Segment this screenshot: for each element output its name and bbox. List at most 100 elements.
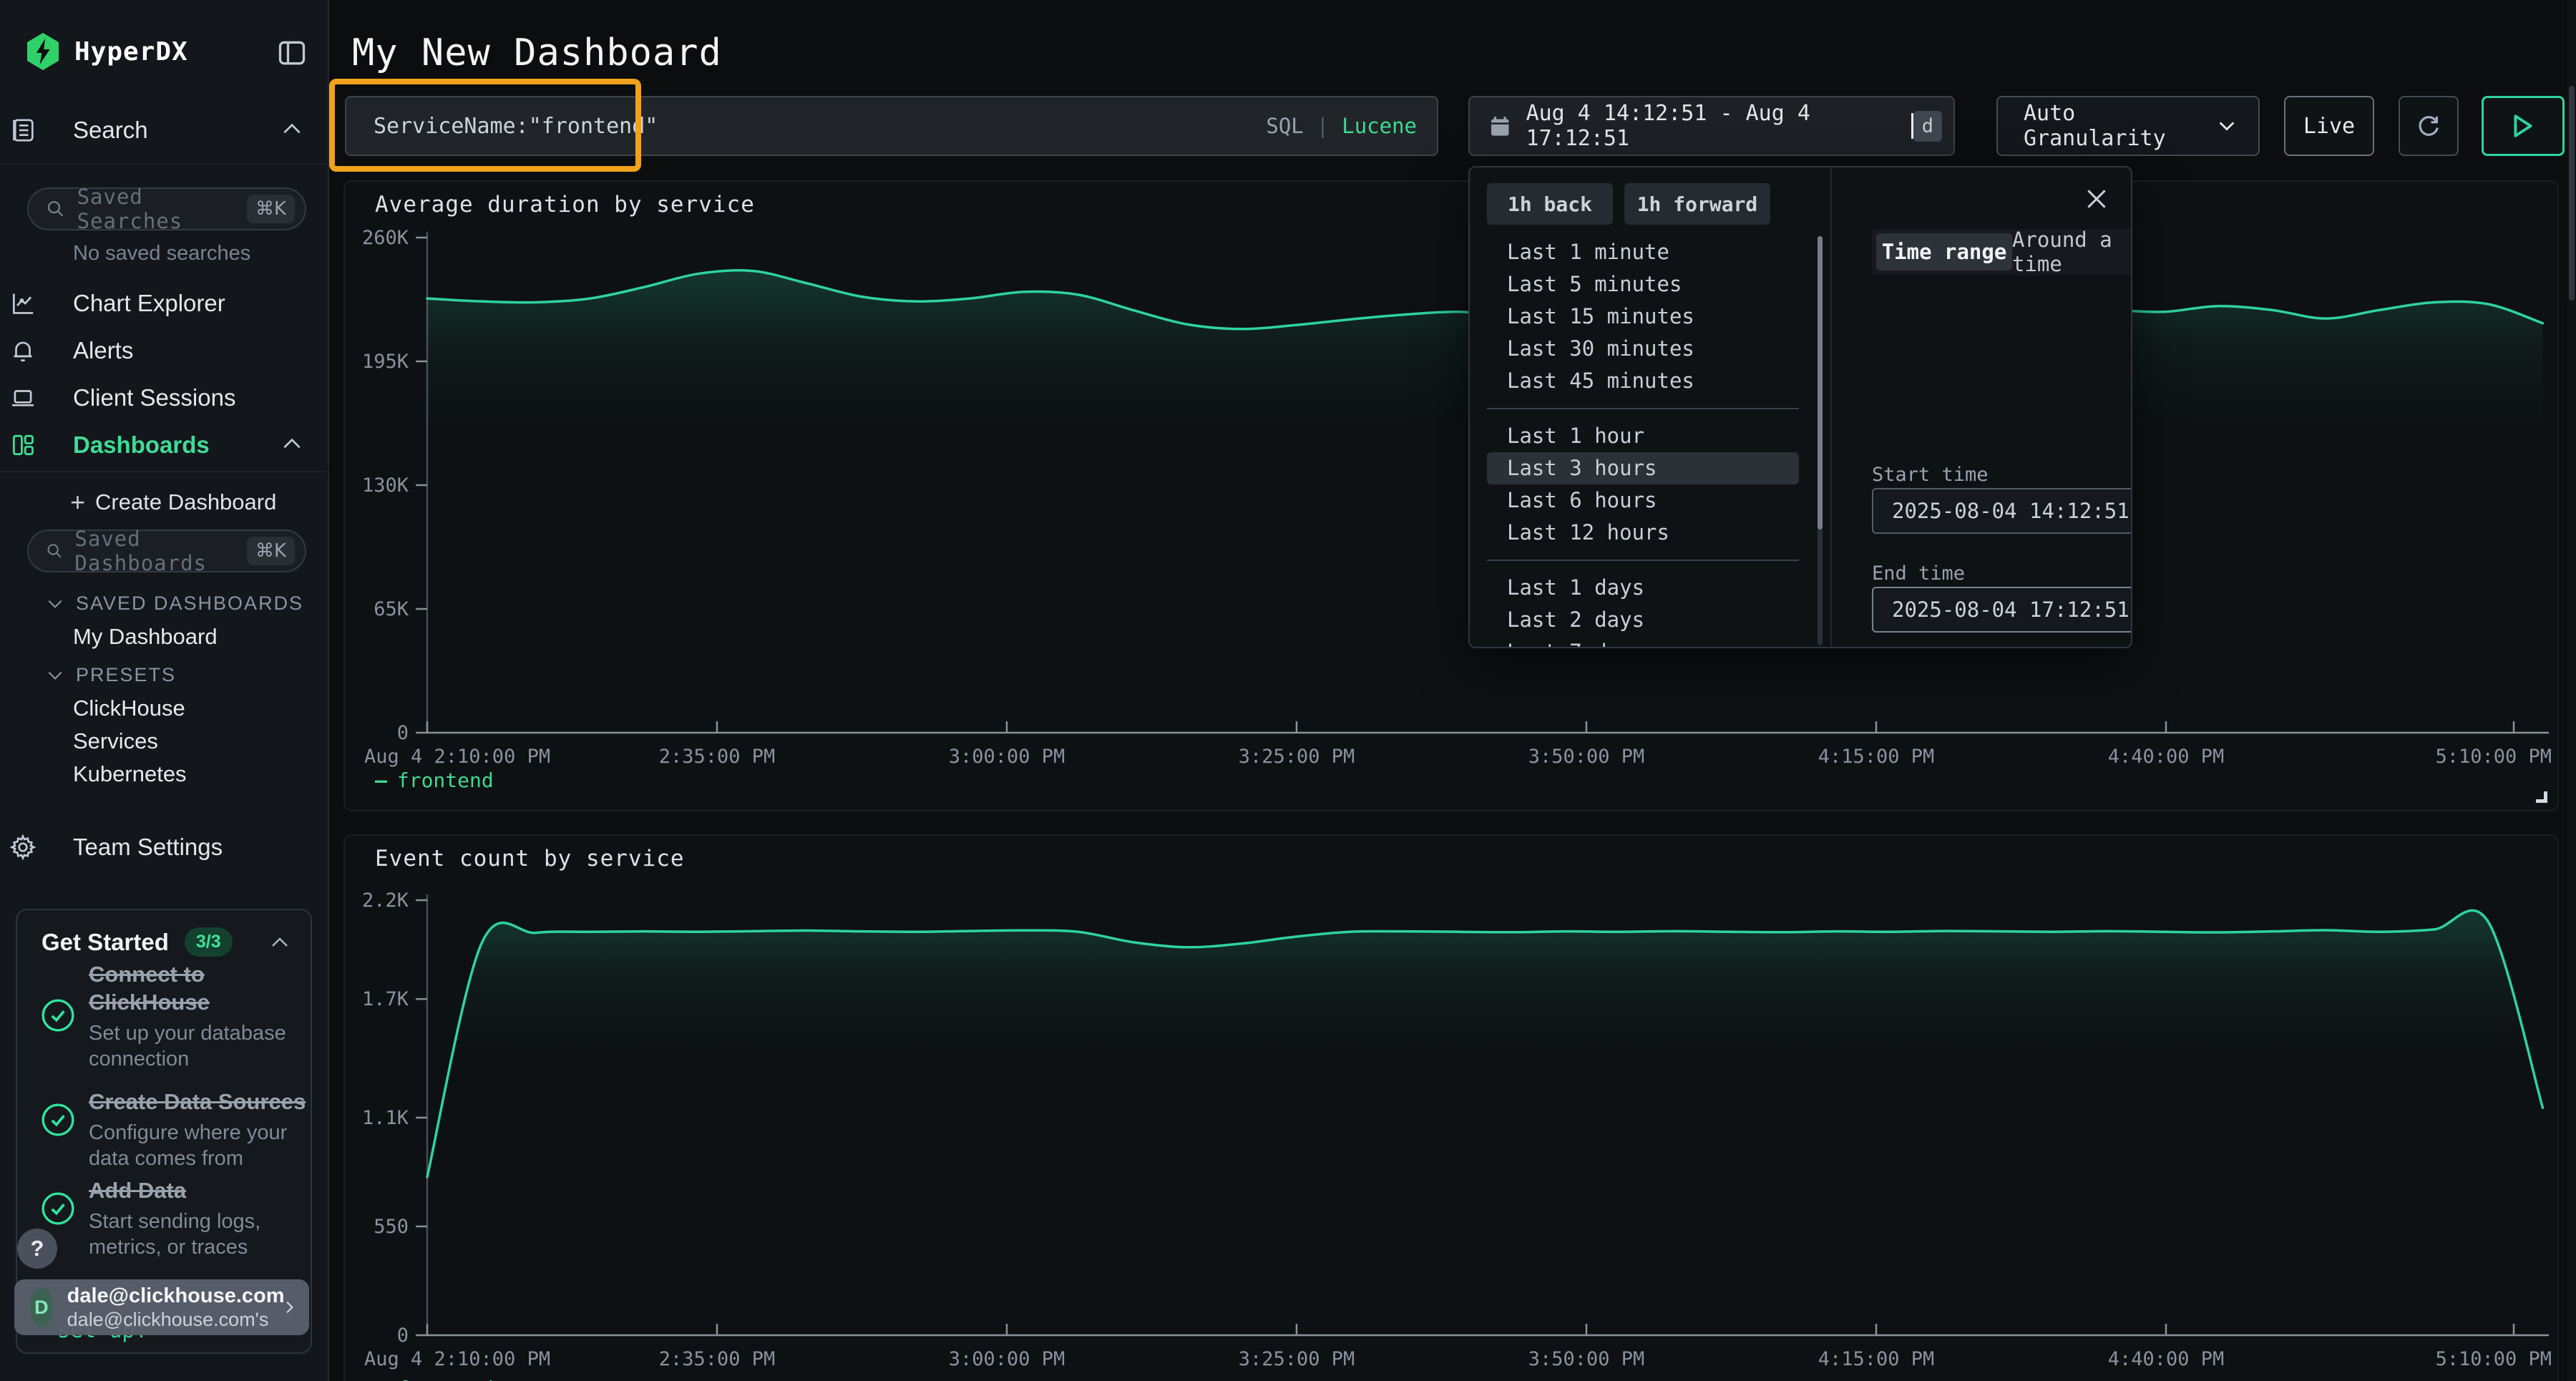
sidebar-item-team-settings[interactable]: Team Settings xyxy=(0,824,329,870)
chart-legend[interactable]: — frontend xyxy=(375,768,494,792)
saved-searches-placeholder: Saved Searches xyxy=(77,185,247,233)
saved-dashboards-input[interactable]: Saved Dashboards ⌘K xyxy=(27,530,306,572)
svg-text:3:25:00 PM: 3:25:00 PM xyxy=(1239,1348,1355,1370)
end-time-input[interactable]: 2025-08-04 17:12:51 xyxy=(1872,587,2132,633)
refresh-button[interactable] xyxy=(2399,96,2459,156)
logo[interactable]: HyperDX xyxy=(26,31,188,72)
sidebar-item-client-sessions[interactable]: Client Sessions xyxy=(0,375,329,421)
search-icon xyxy=(46,198,66,220)
line-chart-canvas[interactable]: 05501.1K1.7K2.2KAug 4 2:10:00 PM2:35:00 … xyxy=(345,836,2557,1381)
list-divider xyxy=(1487,408,1799,409)
refresh-icon xyxy=(2414,111,2444,141)
quick-range-item[interactable]: Last 1 hour xyxy=(1487,420,1799,452)
logo-text: HyperDX xyxy=(74,37,188,67)
search-icon xyxy=(46,540,63,562)
scrollbar-thumb[interactable] xyxy=(1818,236,1823,530)
quick-range-item[interactable]: Last 30 minutes xyxy=(1487,333,1799,365)
get-started-item-title: Connect to ClickHouse xyxy=(89,960,298,1016)
sidebar-divider xyxy=(0,163,329,165)
sidebar-item-clickhouse[interactable]: ClickHouse xyxy=(73,696,185,721)
granularity-select[interactable]: Auto Granularity xyxy=(1996,96,2260,156)
list-divider xyxy=(1487,560,1799,561)
section-header: SAVED DASHBOARDS xyxy=(76,592,303,615)
get-started-item-desc: Configure where your data comes from xyxy=(89,1120,298,1171)
sidebar-item-services[interactable]: Services xyxy=(73,728,158,754)
shift-forward-button[interactable]: 1h forward xyxy=(1624,183,1770,225)
sidebar-item-chart-explorer[interactable]: Chart Explorer xyxy=(0,280,329,326)
quick-range-item[interactable]: Last 15 minutes xyxy=(1487,301,1799,333)
quick-range-item[interactable]: Last 45 minutes xyxy=(1487,365,1799,397)
start-time-label: Start time xyxy=(1872,464,1989,486)
get-started-item[interactable]: Add Data Start sending logs, metrics, or… xyxy=(89,1176,298,1260)
saved-searches-input[interactable]: Saved Searches ⌘K xyxy=(27,187,306,230)
line-chart-canvas[interactable]: 065K130K195K260KAug 4 2:10:00 PM2:35:00 … xyxy=(345,182,2557,810)
time-picker-popup: 1h back 1h forward Last 1 minuteLast 5 m… xyxy=(1468,166,2132,648)
get-started-title: Get Started xyxy=(42,929,169,956)
user-menu[interactable]: D dale@clickhouse.com dale@clickhouse.co… xyxy=(14,1279,309,1335)
get-started-item-desc: Start sending logs, metrics, or traces xyxy=(89,1209,298,1260)
sidebar-item-kubernetes[interactable]: Kubernetes xyxy=(73,761,187,787)
page-title: My New Dashboard xyxy=(352,31,722,74)
quick-range-item[interactable]: Last 7 days xyxy=(1487,636,1799,648)
run-query-button[interactable] xyxy=(2482,96,2565,156)
page-scrollbar-thumb[interactable] xyxy=(2569,86,2575,301)
sidebar-item-dashboards[interactable]: Dashboards xyxy=(0,422,329,468)
quick-range-item[interactable]: Last 6 hours xyxy=(1487,484,1799,517)
chart-panel-event-count: Event count by service 05501.1K1.7K2.2KA… xyxy=(343,834,2559,1381)
chart-legend[interactable]: — frontend xyxy=(375,1377,494,1381)
end-time-value: 2025-08-04 17:12:51 xyxy=(1892,597,2129,622)
chart-title: Average duration by service xyxy=(375,192,755,218)
panel-resize-handle[interactable] xyxy=(2536,791,2547,803)
sidebar-item-alerts[interactable]: Alerts xyxy=(0,328,329,374)
quick-range-item[interactable]: Last 1 minute xyxy=(1487,236,1799,268)
svg-text:195K: 195K xyxy=(362,351,409,373)
svg-text:550: 550 xyxy=(374,1216,409,1238)
sidebar-item-label: Chart Explorer xyxy=(73,290,225,317)
saved-dashboards-section-toggle[interactable]: SAVED DASHBOARDS xyxy=(46,592,303,615)
svg-text:65K: 65K xyxy=(374,598,409,620)
help-button[interactable]: ? xyxy=(17,1229,57,1269)
dashboard-filter-input[interactable]: ServiceName:"frontend" SQL | Lucene xyxy=(345,96,1438,156)
dashboards-icon xyxy=(0,431,46,459)
section-header: PRESETS xyxy=(76,664,176,686)
quick-range-item[interactable]: Last 1 days xyxy=(1487,572,1799,604)
quick-range-item[interactable]: Last 3 hours xyxy=(1487,452,1799,484)
get-started-item[interactable]: Connect to ClickHouse Set up your databa… xyxy=(89,960,298,1072)
legend-swatch: — xyxy=(375,1377,387,1381)
svg-text:3:25:00 PM: 3:25:00 PM xyxy=(1239,746,1355,768)
live-button[interactable]: Live xyxy=(2284,96,2374,156)
tab-around-a-time[interactable]: Around a time xyxy=(2012,233,2132,270)
time-range-value: Aug 4 14:12:51 - Aug 4 17:12:51 xyxy=(1526,101,1910,151)
svg-text:3:00:00 PM: 3:00:00 PM xyxy=(949,1348,1065,1370)
sidebar-item-label: Client Sessions xyxy=(73,384,235,411)
shift-back-button[interactable]: 1h back xyxy=(1487,183,1613,225)
sidebar-item-search[interactable]: Search xyxy=(0,107,329,153)
sql-toggle[interactable]: SQL xyxy=(1266,114,1303,138)
sidebar-item-my-dashboard[interactable]: My Dashboard xyxy=(73,624,218,650)
time-picker-tabs: Time range Around a time xyxy=(1872,229,2132,275)
time-range-input[interactable]: Aug 4 14:12:51 - Aug 4 17:12:51 d xyxy=(1468,96,1955,156)
svg-text:2:35:00 PM: 2:35:00 PM xyxy=(659,746,776,768)
svg-text:0: 0 xyxy=(397,1324,409,1347)
chevron-down-icon xyxy=(46,597,64,611)
svg-text:130K: 130K xyxy=(362,474,409,497)
svg-text:Aug 4 2:10:00 PM: Aug 4 2:10:00 PM xyxy=(364,1348,550,1370)
chevron-up-icon xyxy=(269,935,291,950)
get-started-item[interactable]: Create Data Sources Configure where your… xyxy=(89,1088,306,1171)
sidebar-collapse-icon[interactable] xyxy=(276,37,308,69)
avatar: D xyxy=(30,1287,53,1327)
svg-text:3:00:00 PM: 3:00:00 PM xyxy=(949,746,1065,768)
create-dashboard-label: Create Dashboard xyxy=(95,489,276,515)
tab-time-range[interactable]: Time range xyxy=(1876,233,2012,270)
lucene-toggle[interactable]: Lucene xyxy=(1342,114,1417,138)
quick-range-item[interactable]: Last 5 minutes xyxy=(1487,268,1799,301)
presets-section-toggle[interactable]: PRESETS xyxy=(46,664,176,686)
start-time-input[interactable]: 2025-08-04 14:12:51 xyxy=(1872,488,2132,534)
create-dashboard-button[interactable]: + Create Dashboard xyxy=(70,489,276,515)
quick-range-item[interactable]: Last 12 hours xyxy=(1487,517,1799,549)
svg-text:1.7K: 1.7K xyxy=(362,988,409,1010)
svg-text:1.1K: 1.1K xyxy=(362,1107,409,1129)
get-started-header[interactable]: Get Started 3/3 xyxy=(42,927,291,957)
granularity-value: Auto Granularity xyxy=(2024,101,2217,151)
quick-range-item[interactable]: Last 2 days xyxy=(1487,604,1799,636)
